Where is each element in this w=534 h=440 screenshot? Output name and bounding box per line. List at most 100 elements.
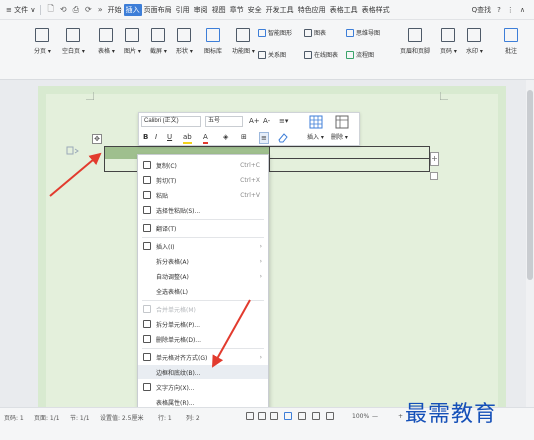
- menu-item-label: 剪切(T): [156, 177, 177, 185]
- insert-dropdown[interactable]: 插入 ▾: [307, 133, 324, 143]
- scrollbar-thumb[interactable]: [527, 90, 533, 280]
- menu-item-split-cells[interactable]: 拆分单元格(P)...: [138, 317, 268, 331]
- bold-button[interactable]: B: [143, 132, 148, 142]
- page-number-button[interactable]: 页码 ▾: [440, 28, 457, 55]
- cover-page-button[interactable]: 分页 ▾: [34, 28, 51, 55]
- save-icon[interactable]: 🗋: [44, 3, 56, 17]
- menu-item-cut[interactable]: 剪切(T) Ctrl+X: [138, 173, 268, 187]
- file-menu[interactable]: ≡ 文件 ∨: [4, 4, 37, 16]
- search-button[interactable]: Q查找: [469, 5, 495, 15]
- print-icon[interactable]: ⎙: [70, 5, 82, 15]
- tab-section[interactable]: 章节: [228, 4, 246, 16]
- menu-item-split-table[interactable]: 拆分表格(A) ›: [138, 254, 268, 268]
- eye-protect-icon[interactable]: [326, 412, 334, 420]
- header-footer-icon: [408, 28, 422, 42]
- menu-item-select-table[interactable]: 全选表格(L): [138, 284, 268, 298]
- shrink-font-button[interactable]: A-: [263, 116, 270, 126]
- tab-security[interactable]: 安全: [246, 4, 264, 16]
- status-setting[interactable]: 设置值: 2.5厘米: [100, 413, 143, 422]
- status-col[interactable]: 列: 2: [186, 413, 200, 422]
- zoom-out-button[interactable]: —: [372, 413, 378, 420]
- menu-item-translate[interactable]: 翻译(T): [138, 221, 268, 235]
- header-footer-button[interactable]: 页眉和页脚: [400, 28, 430, 55]
- redo-icon[interactable]: ⟳: [82, 5, 95, 14]
- function-chart-button[interactable]: 功能图 ▾: [232, 28, 255, 55]
- smart-graphic-button[interactable]: 智能图形: [258, 28, 292, 37]
- tab-insert[interactable]: 插入: [123, 3, 142, 16]
- tab-page-layout[interactable]: 页面布局: [142, 4, 174, 16]
- menu-item-autofit[interactable]: 自动调整(A) ›: [138, 269, 268, 283]
- shading-button[interactable]: ◈: [223, 132, 228, 142]
- function-chart-icon: [236, 28, 251, 42]
- highlight-button[interactable]: ab: [183, 132, 192, 144]
- paragraph-handle-icon[interactable]: [66, 146, 80, 156]
- tab-developer[interactable]: 开发工具: [264, 4, 296, 16]
- table-move-handle[interactable]: ✥: [92, 134, 102, 144]
- zoom-level[interactable]: 100%: [352, 413, 369, 420]
- picture-button[interactable]: 图片 ▾: [124, 28, 141, 55]
- font-name-select[interactable]: Calibri (正文): [141, 116, 201, 127]
- page-view-icon[interactable]: [258, 412, 266, 420]
- menu-item-label: 自动调整(A): [156, 273, 189, 281]
- comment-icon: [504, 28, 518, 42]
- font-size-select[interactable]: 五号: [205, 116, 243, 127]
- status-page[interactable]: 页码: 1: [4, 413, 24, 422]
- tab-table-style[interactable]: 表格样式: [360, 4, 392, 16]
- tab-view[interactable]: 视图: [210, 4, 228, 16]
- mind-map-button[interactable]: 思维导图: [346, 28, 380, 37]
- menu-item-text-direction[interactable]: 文字方向(X)...: [138, 380, 268, 394]
- status-section[interactable]: 节: 1/1: [70, 413, 90, 422]
- chart-button[interactable]: 图表: [304, 28, 326, 37]
- tab-home[interactable]: 开始: [106, 4, 124, 16]
- status-row[interactable]: 行: 1: [158, 413, 172, 422]
- menu-item-paste-special[interactable]: 选择性粘贴(S)...: [138, 203, 268, 217]
- blank-page-button[interactable]: 空白页 ▾: [62, 28, 85, 55]
- help-icon[interactable]: ?: [494, 6, 504, 14]
- online-chart-button[interactable]: 在线图表: [304, 50, 338, 59]
- borders-button[interactable]: ⊞: [241, 132, 247, 142]
- shapes-button[interactable]: 形状 ▾: [176, 28, 193, 55]
- outline-view-icon[interactable]: [298, 412, 306, 420]
- line-spacing-button[interactable]: ≡▾: [279, 116, 288, 126]
- grow-font-button[interactable]: A+: [249, 116, 260, 126]
- tab-table-tools[interactable]: 表格工具: [328, 4, 360, 16]
- menu-item-paste[interactable]: 粘贴 Ctrl+V: [138, 188, 268, 202]
- web-view-icon[interactable]: [312, 412, 320, 420]
- table-format-icon[interactable]: [335, 115, 349, 129]
- pen-icon[interactable]: [270, 412, 278, 420]
- undo-icon[interactable]: ⟲: [57, 5, 70, 14]
- tab-review[interactable]: 审阅: [192, 4, 210, 16]
- table-button[interactable]: 表格 ▾: [98, 28, 115, 55]
- italic-button[interactable]: I: [155, 132, 157, 142]
- flowchart-button[interactable]: 流程图: [346, 50, 374, 59]
- underline-button[interactable]: U: [167, 132, 172, 142]
- collapse-ribbon-icon[interactable]: ∧: [517, 6, 528, 14]
- menu-item-copy[interactable]: 复制(C) Ctrl+C: [138, 158, 268, 172]
- menu-item-borders-shading[interactable]: 边框和底纹(B)...: [138, 365, 268, 379]
- comment-button[interactable]: 批注: [504, 28, 518, 55]
- relation-chart-button[interactable]: 关系图: [258, 50, 286, 59]
- table-style-icon[interactable]: [309, 115, 323, 129]
- font-color-button[interactable]: A: [203, 132, 208, 144]
- menu-item-delete-cells[interactable]: 删除单元格(D)...: [138, 332, 268, 346]
- menu-right-group: Q查找 ? ⋮ ∧: [469, 5, 534, 15]
- tab-special[interactable]: 特色应用: [296, 4, 328, 16]
- icon-library-button[interactable]: 图标库: [204, 28, 222, 55]
- eraser-icon[interactable]: [277, 132, 289, 143]
- tab-references[interactable]: 引用: [174, 4, 192, 16]
- align-button[interactable]: ≡: [259, 132, 269, 144]
- delete-dropdown[interactable]: 删除 ▾: [331, 133, 348, 143]
- menu-item-insert[interactable]: 插入(I) ›: [138, 239, 268, 253]
- zoom-in-button[interactable]: +: [398, 413, 403, 420]
- more-quick-icon[interactable]: »: [95, 5, 106, 14]
- more-icon[interactable]: ⋮: [504, 6, 517, 14]
- watermark-button[interactable]: 水印 ▾: [466, 28, 483, 55]
- table-resize-handle[interactable]: [430, 172, 438, 180]
- read-mode-icon[interactable]: [246, 412, 254, 420]
- menu-item-cell-alignment[interactable]: 单元格对齐方式(G) ›: [138, 350, 268, 364]
- status-pages[interactable]: 页面: 1/1: [34, 413, 60, 422]
- screenshot-button[interactable]: 截屏 ▾: [150, 28, 167, 55]
- add-column-button[interactable]: +: [430, 152, 439, 166]
- vertical-scrollbar[interactable]: [526, 80, 534, 407]
- print-layout-icon[interactable]: [284, 412, 292, 420]
